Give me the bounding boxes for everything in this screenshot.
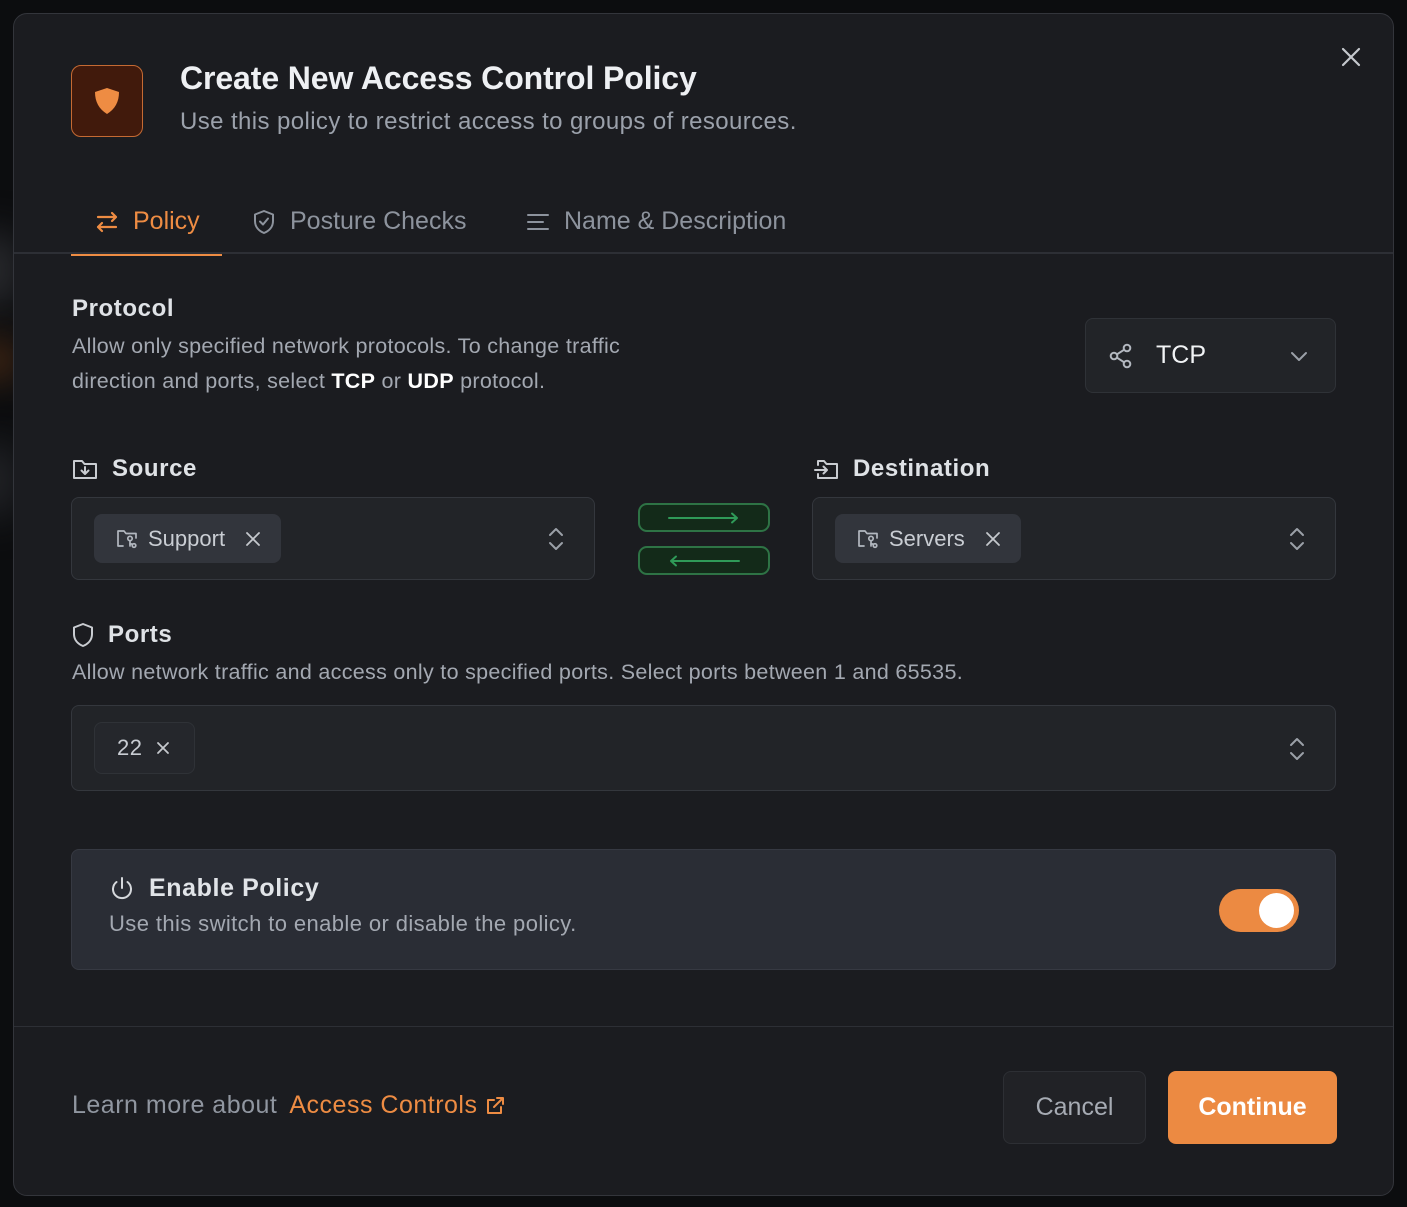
port-value: 22 xyxy=(117,735,143,760)
tab-label: Name & Description xyxy=(564,207,787,235)
power-icon xyxy=(112,876,132,899)
protocol-desc-udp: UDP xyxy=(407,369,454,393)
ports-input[interactable]: 22 xyxy=(71,705,1336,791)
tab-policy[interactable]: Policy xyxy=(71,189,222,256)
destination-label-text: Destination xyxy=(853,455,991,482)
remove-chip-button[interactable] xyxy=(985,531,1001,547)
learn-more: Learn more about Access Controls xyxy=(72,1091,505,1120)
enable-policy-title: Enable Policy xyxy=(109,874,319,903)
external-link-icon xyxy=(487,1096,505,1114)
ports-title-text: Ports xyxy=(108,621,173,648)
folder-download-icon xyxy=(73,460,97,479)
shield-icon xyxy=(73,623,93,647)
close-icon xyxy=(985,531,1000,546)
destination-select[interactable]: Servers xyxy=(812,497,1336,580)
toggle-knob xyxy=(1259,893,1294,928)
destination-chip: Servers xyxy=(835,514,1021,563)
create-policy-dialog: Create New Access Control Policy Use thi… xyxy=(13,13,1394,1196)
text-lines-icon xyxy=(527,213,549,230)
chevrons-up-down-icon xyxy=(1290,738,1304,760)
enable-policy-toggle[interactable] xyxy=(1219,889,1299,932)
remove-port-button[interactable] xyxy=(156,741,170,755)
dialog-title: Create New Access Control Policy xyxy=(180,60,697,96)
protocol-select[interactable]: TCP xyxy=(1085,318,1336,393)
tab-bar: Policy Posture Checks Name & Description xyxy=(14,189,1393,256)
protocol-desc-line1: Allow only specified network protocols. … xyxy=(72,334,621,358)
arrows-left-right-icon xyxy=(96,211,118,232)
port-chip: 22 xyxy=(94,722,196,774)
direction-backward-button[interactable] xyxy=(638,546,770,575)
ports-description: Allow network traffic and access only to… xyxy=(72,660,963,684)
tab-name-description[interactable]: Name & Description xyxy=(526,189,786,254)
source-chip: Support xyxy=(94,514,282,563)
protocol-title-text: Protocol xyxy=(72,295,175,322)
folder-key-icon xyxy=(858,529,878,548)
source-label: Source xyxy=(72,455,197,483)
protocol-title: Protocol xyxy=(72,295,174,323)
footer-divider xyxy=(14,1026,1393,1027)
continue-button[interactable]: Continue xyxy=(1168,1071,1337,1144)
chip-label: Support xyxy=(148,525,226,551)
shield-check-icon xyxy=(254,209,274,234)
protocol-selected-value: TCP xyxy=(1156,341,1206,369)
source-label-text: Source xyxy=(112,455,197,482)
access-controls-link[interactable]: Access Controls xyxy=(289,1091,505,1120)
source-select[interactable]: Support xyxy=(71,497,595,580)
enable-policy-description: Use this switch to enable or disable the… xyxy=(109,911,577,936)
shield-icon xyxy=(95,88,119,114)
learn-more-prefix: Learn more about xyxy=(72,1091,278,1119)
access-controls-link-text: Access Controls xyxy=(289,1091,478,1119)
tab-label: Policy xyxy=(133,207,200,235)
enable-policy-card: Enable Policy Use this switch to enable … xyxy=(71,849,1336,970)
protocol-desc-line2: direction and ports, select xyxy=(72,369,332,393)
close-icon xyxy=(1341,47,1361,67)
enable-policy-title-text: Enable Policy xyxy=(149,874,320,902)
chevrons-up-down-icon xyxy=(549,528,563,550)
cancel-button[interactable]: Cancel xyxy=(1003,1071,1146,1144)
close-icon xyxy=(246,531,260,546)
chip-label: Servers xyxy=(889,525,965,551)
ports-label: Ports xyxy=(72,621,172,649)
chevron-down-icon xyxy=(1291,352,1307,361)
direction-forward-button[interactable] xyxy=(638,503,770,532)
destination-label: Destination xyxy=(813,455,990,483)
remove-chip-button[interactable] xyxy=(245,531,261,547)
folder-input-icon xyxy=(814,460,838,479)
tab-label: Posture Checks xyxy=(290,207,467,235)
protocol-description: Allow only specified network protocols. … xyxy=(72,329,792,399)
arrow-left-icon xyxy=(670,555,740,566)
tab-posture-checks[interactable]: Posture Checks xyxy=(252,189,466,254)
close-icon xyxy=(157,742,170,754)
header-icon-box xyxy=(71,65,143,137)
close-button[interactable] xyxy=(1338,44,1364,70)
folder-key-icon xyxy=(117,529,137,548)
arrow-right-icon xyxy=(668,512,738,523)
protocol-desc-tcp: TCP xyxy=(331,369,376,393)
protocol-desc-end: protocol. xyxy=(453,369,546,393)
chevrons-up-down-icon xyxy=(1290,528,1304,550)
protocol-desc-or: or xyxy=(375,369,408,393)
dialog-subtitle: Use this policy to restrict access to gr… xyxy=(180,108,797,135)
share-icon xyxy=(1109,343,1132,368)
